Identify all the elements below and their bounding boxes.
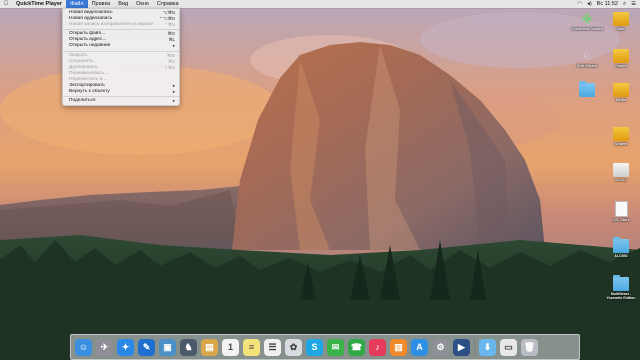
clover-icon: ✤ [581,12,593,26]
desktop-icons: ✤ Chameleon Wizard Mac ♘ Kext Wizard Gam… [570,9,640,309]
stickies-icon[interactable]: ≡ [243,338,260,356]
trash-icon[interactable]: 🗑 [521,338,538,356]
desktop-icon-label: System [614,142,628,146]
menu-item-label: Новая запись изображения на экране [69,22,154,27]
desktop-icon-folder[interactable] [570,81,604,98]
desktop:  QuickTime Player Файл Правка Вид Окно … [0,0,640,360]
app-menu-quicktime[interactable]: QuickTime Player [12,0,66,8]
menu-view[interactable]: Вид [114,0,132,8]
reminders-icon[interactable]: ☰ [264,338,281,356]
dock: ☺ ✈ ✦ ✎ ▣ ♞ ▤ 1 ≡ ☰ ✿ S ✉ ☎ ♪ ▥ A ⚙ ▶ ⬇ ▭ 🗑 [70,334,580,360]
menu-item-shortcut: ⌃⌘N [163,22,175,27]
desktop-icon-games[interactable]: Games [604,49,638,68]
finder-icon[interactable]: ☺ [75,338,92,356]
desktop-icon-media[interactable]: Media [604,83,638,102]
facetime-icon[interactable]: ☎ [348,338,365,356]
folder-icon [579,81,595,97]
volume-icon[interactable]: ◂) [587,0,592,8]
file-menu-item[interactable]: Открыть недавние ▸ [63,43,179,49]
menu-separator [63,29,179,31]
desktop-icon-chameleon-wizard[interactable]: ✤ Chameleon Wizard [570,12,604,31]
menu-bar:  QuickTime Player Файл Правка Вид Окно … [0,0,640,8]
yellow-drive-icon [613,127,629,141]
document-icon [614,201,628,217]
desktop-icon-label: Media [615,98,627,102]
desktop-icon-label: Mac [617,27,625,31]
yellow-drive-icon [613,49,629,63]
calendar-icon[interactable]: 1 [222,338,239,356]
status-area: ◠ ◂) Вс 11:52 ⌕ ☰ [577,0,640,8]
game-icon[interactable]: ♞ [180,338,197,356]
messages-icon[interactable]: ✉ [327,338,344,356]
file-menu-item: Новая запись изображения на экране ⌃⌘N [63,22,179,28]
safari-icon[interactable]: ✦ [117,338,134,356]
notification-center-icon[interactable]: ☰ [631,0,636,8]
skype-icon[interactable]: S [306,338,323,356]
desktop-icon-mac[interactable]: Mac [604,12,638,31]
wifi-icon[interactable]: ◠ [577,0,582,8]
desktop-icon-ds-store[interactable]: .DS_Store [604,201,638,222]
desktop-icon-system[interactable]: System [604,127,638,146]
file-menu-item[interactable]: Вернуть к объекту ▸ [63,89,179,95]
folder-icon [613,237,629,253]
yellow-drive-icon [613,12,629,26]
photos-icon[interactable]: ✿ [285,338,302,356]
downloads-folder-icon[interactable]: ⬇ [479,338,496,356]
desktop-icon-multibeast[interactable]: MultiBeast - Yosemite Edition [604,275,638,300]
folder-icon [613,275,629,291]
submenu-arrow-icon: ▸ [172,98,175,104]
notes-icon[interactable]: ▤ [201,338,218,356]
submenu-arrow-icon: ▸ [172,43,175,49]
ibooks-icon[interactable]: ▥ [390,338,407,356]
preview-icon[interactable]: ▣ [159,338,176,356]
clock[interactable]: Вс 11:52 [597,0,618,8]
desktop-icon-label: Chameleon Wizard [570,27,604,31]
menu-separator [63,95,179,97]
file-menu-item[interactable]: Поделиться ▸ [63,98,179,104]
unicorn-icon: ♘ [582,50,592,62]
system-preferences-icon[interactable]: ⚙ [432,338,449,356]
quicktime-icon[interactable]: ▶ [453,338,470,356]
submenu-arrow-icon: ▸ [172,88,175,94]
desktop-icon-10-10-1[interactable]: 10.10.1 [604,163,638,182]
white-drive-icon [613,163,629,177]
menu-help[interactable]: Справка [153,0,183,8]
menu-item-label: Поделиться [69,98,96,104]
desktop-folder-icon[interactable]: ▭ [500,338,517,356]
xcode-icon[interactable]: ✎ [138,338,155,356]
apple-menu-icon[interactable]:  [0,1,12,7]
appstore-icon[interactable]: A [411,338,428,356]
desktop-icon-alc892[interactable]: ALC892 [604,237,638,258]
menu-edit[interactable]: Правка [88,0,115,8]
launchpad-icon[interactable]: ✈ [96,338,113,356]
desktop-icon-label: 10.10.1 [615,178,627,182]
desktop-icon-label: .DS_Store [612,218,630,222]
spotlight-icon[interactable]: ⌕ [623,0,626,8]
menu-window[interactable]: Окно [132,0,153,8]
desktop-icon-label: Kext Wizard [576,64,598,68]
menu-item-label: Открыть недавние [69,43,111,49]
menu-item-label: Вернуть к объекту [69,88,110,94]
music-icon[interactable]: ♪ [369,338,386,356]
yellow-drive-icon [613,83,629,97]
menu-file[interactable]: Файл [66,0,88,8]
desktop-icon-kext-wizard[interactable]: ♘ Kext Wizard [570,49,604,68]
desktop-icon-label: Games [615,64,627,68]
desktop-icon-label: MultiBeast - Yosemite Edition [606,292,636,300]
desktop-icon-label: ALC892 [614,254,628,258]
dock-separator [474,338,475,356]
file-menu-dropdown: Новая видеозапись ⌥⌘N Новая аудиозапись ⌃⌥⌘… [62,8,180,107]
menu-separator [63,50,179,52]
